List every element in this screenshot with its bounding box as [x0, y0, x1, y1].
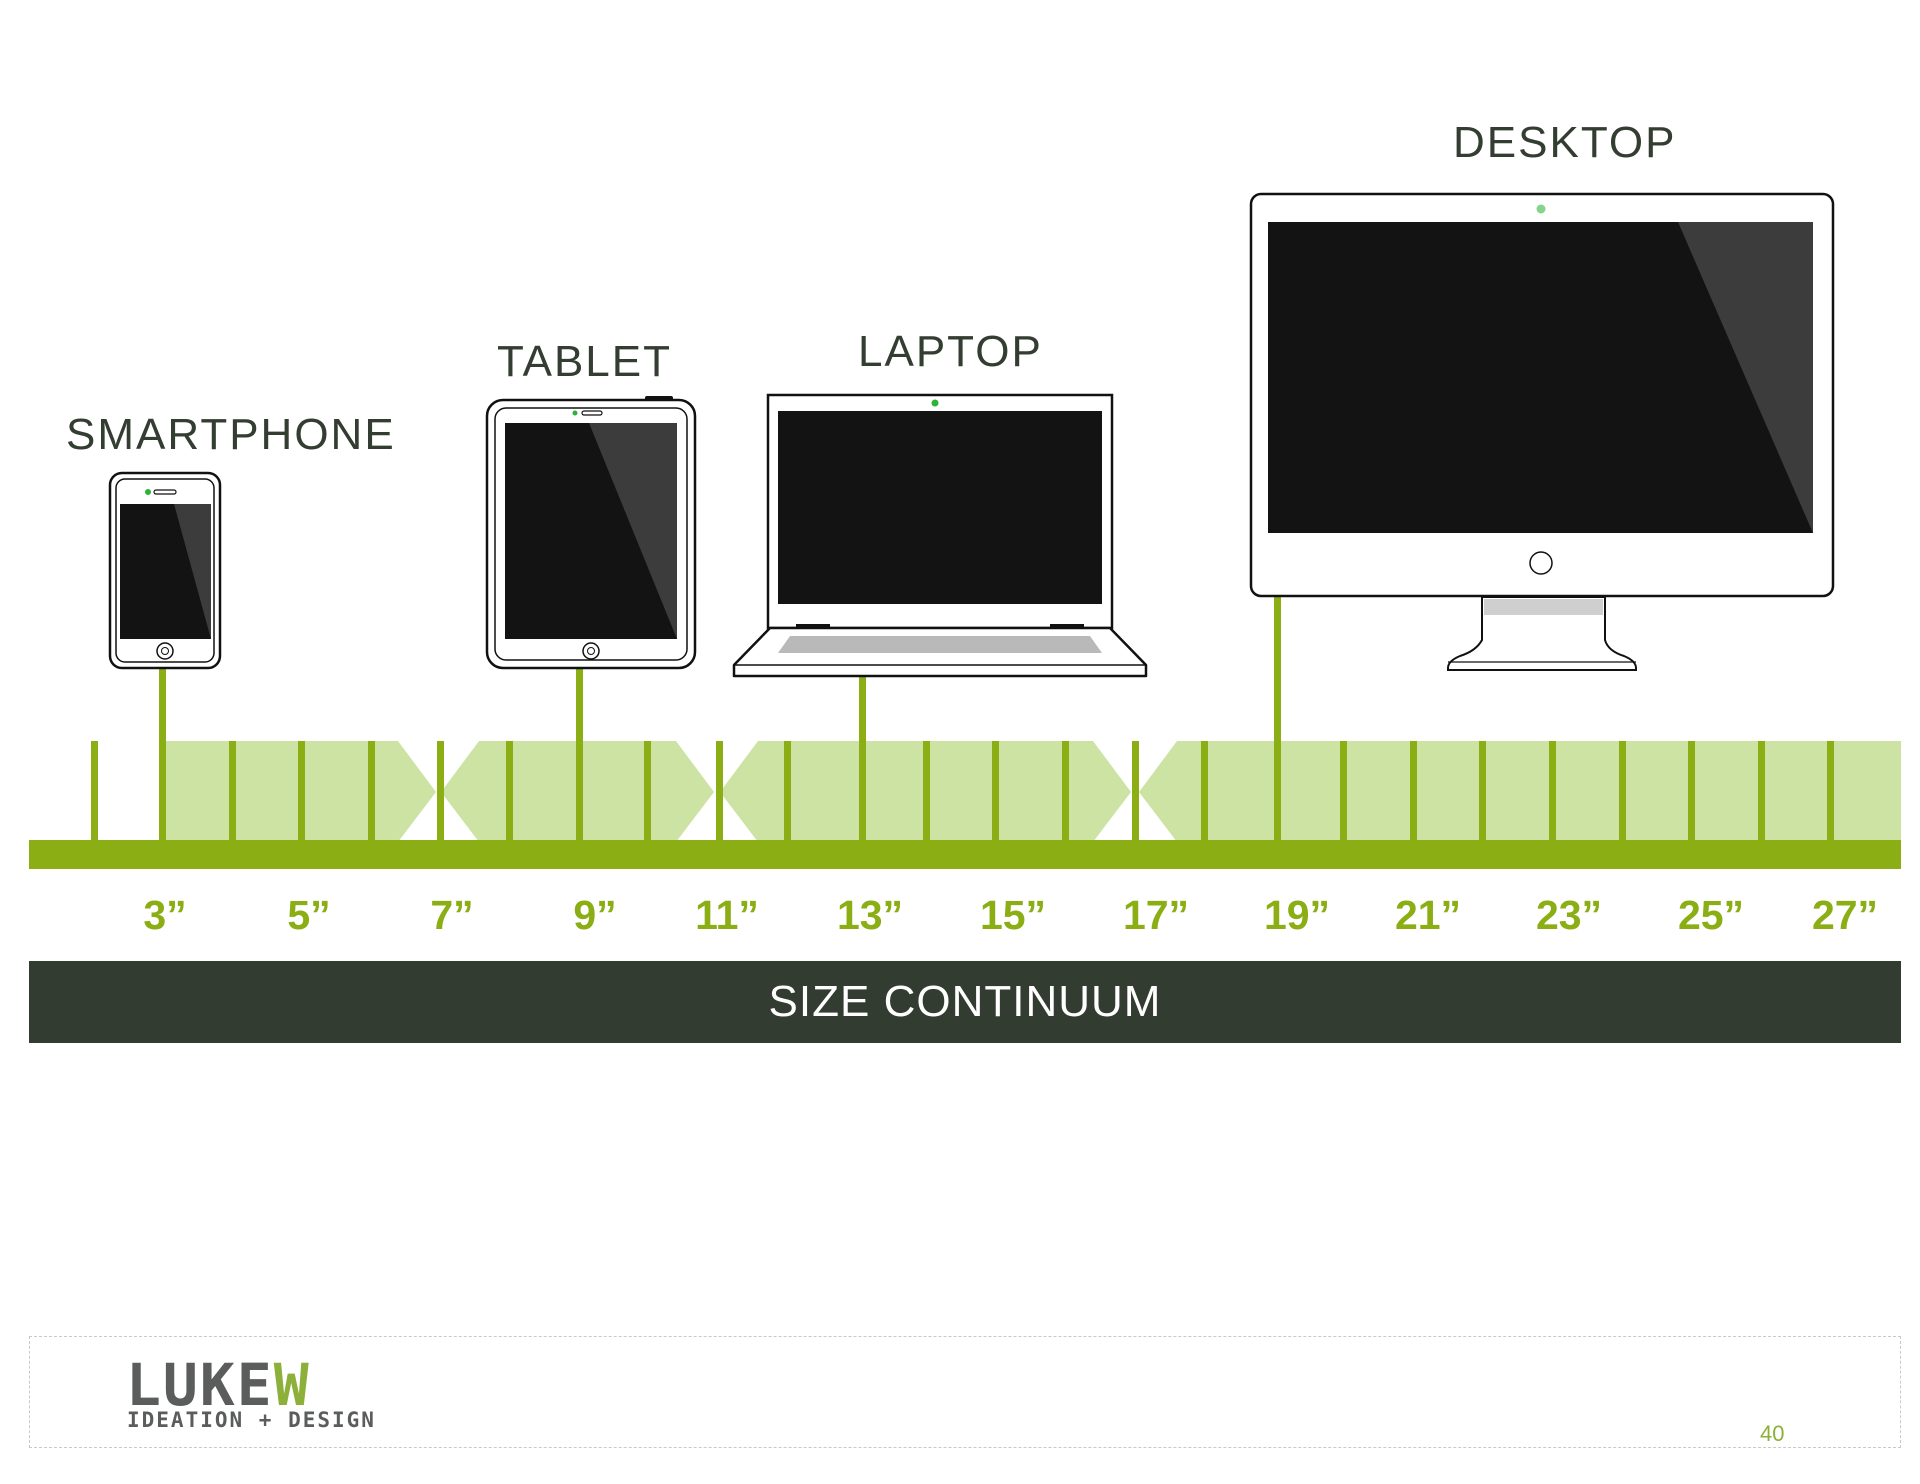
- size-label-5: 5”: [287, 892, 331, 938]
- size-label-25: 25”: [1677, 892, 1745, 938]
- smartphone-stem: [159, 668, 166, 843]
- size-label-17: 17”: [1122, 892, 1190, 938]
- tablet-stem: [576, 668, 583, 843]
- tick: [1688, 741, 1695, 843]
- tick: [716, 741, 723, 843]
- logo-tagline: IDEATION + DESIGN: [127, 1408, 376, 1432]
- tick: [437, 741, 444, 843]
- tick: [368, 741, 375, 843]
- tick: [644, 741, 651, 843]
- laptop-label: LAPTOP: [858, 327, 1043, 376]
- tablet-label: TABLET: [497, 337, 673, 386]
- continuum-axis: [29, 840, 1901, 869]
- tick: [1758, 741, 1765, 843]
- tick: [1827, 741, 1834, 843]
- tick: [1340, 741, 1347, 843]
- tick: [1479, 741, 1486, 843]
- smartphone-label: SMARTPHONE: [66, 410, 396, 459]
- range-bands: [164, 741, 1901, 842]
- size-label-9: 9”: [573, 892, 617, 938]
- tablet-icon: [485, 396, 697, 670]
- desktop-stem: [1274, 595, 1281, 843]
- page-number: 40: [1760, 1421, 1785, 1446]
- size-label-15: 15”: [979, 892, 1047, 938]
- desktop-label: DESKTOP: [1453, 118, 1677, 167]
- size-label-21: 21”: [1394, 892, 1462, 938]
- tick: [992, 741, 999, 843]
- range-band-desktop: [1139, 741, 1901, 842]
- tick: [91, 741, 98, 843]
- tick: [1201, 741, 1208, 843]
- laptop-icon: [732, 393, 1148, 678]
- tick: [1549, 741, 1556, 843]
- tick: [506, 741, 513, 843]
- size-continuum-banner: SIZE CONTINUUM: [29, 961, 1901, 1043]
- banner-title: SIZE CONTINUUM: [768, 977, 1162, 1026]
- tick: [1132, 741, 1139, 843]
- smartphone-icon: [108, 471, 222, 670]
- size-label-19: 19”: [1263, 892, 1331, 938]
- desktop-icon: [1249, 192, 1835, 671]
- tick: [1410, 741, 1417, 843]
- lukew-logo: LUKEW: [126, 1356, 311, 1414]
- size-label-23: 23”: [1535, 892, 1603, 938]
- tick: [784, 741, 791, 843]
- size-continuum-diagram: [29, 192, 1901, 869]
- size-label-3: 3”: [143, 892, 187, 938]
- laptop-stem: [859, 676, 866, 843]
- size-label-27: 27”: [1811, 892, 1879, 938]
- tick: [923, 741, 930, 843]
- tick: [1062, 741, 1069, 843]
- size-label-11: 11”: [695, 892, 759, 938]
- tick: [298, 741, 305, 843]
- size-label-7: 7”: [430, 892, 474, 938]
- tick: [229, 741, 236, 843]
- tick: [1619, 741, 1626, 843]
- size-label-13: 13”: [836, 892, 904, 938]
